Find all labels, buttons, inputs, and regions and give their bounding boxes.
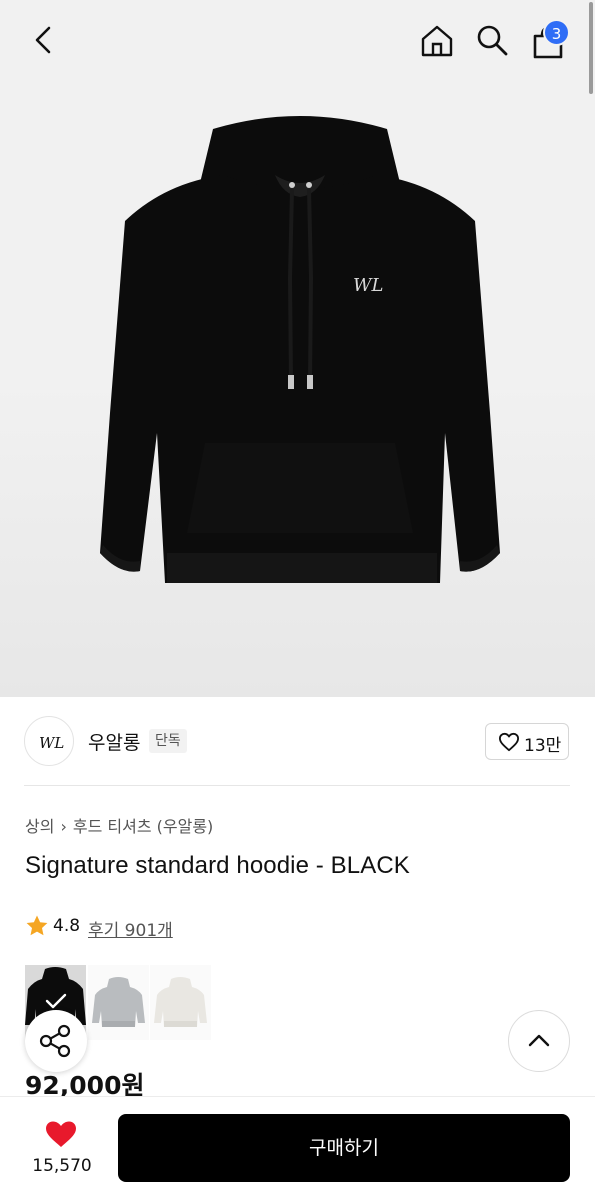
- buy-button[interactable]: 구매하기: [118, 1114, 570, 1182]
- search-icon: [477, 25, 508, 56]
- chevron-left-icon: [35, 26, 51, 54]
- color-swatch-ivory[interactable]: [150, 965, 211, 1040]
- breadcrumb-item[interactable]: 후드 티셔츠 (우알롱): [73, 817, 213, 836]
- back-button[interactable]: [26, 22, 62, 58]
- product-title: Signature standard hoodie - BLACK: [25, 852, 410, 879]
- rating-value: 4.8: [53, 916, 81, 936]
- swatch-hoodie-grey: [92, 977, 145, 1027]
- exclusive-tag: 단독: [149, 729, 187, 753]
- svg-text:WL: WL: [39, 734, 64, 752]
- brand-like-count: 13만: [524, 736, 562, 756]
- chevron-up-icon: [528, 1034, 550, 1047]
- search-button[interactable]: [474, 22, 510, 58]
- check-icon: [45, 993, 67, 1009]
- product-image-area[interactable]: WL: [0, 0, 595, 697]
- top-navigation-bar: 3: [0, 0, 595, 94]
- breadcrumb-item[interactable]: 상의: [25, 817, 54, 836]
- scroll-indicator: [589, 2, 593, 94]
- review-link[interactable]: 후기 901개: [88, 916, 173, 941]
- star-icon: [26, 915, 48, 936]
- brand-logo[interactable]: WL: [24, 716, 74, 766]
- chevron-right-icon: ›: [60, 817, 67, 836]
- wishlist-button[interactable]: 15,570: [22, 1114, 102, 1184]
- swatch-hoodie-ivory: [154, 977, 207, 1027]
- share-button[interactable]: [25, 1010, 87, 1072]
- brand-logo-mark: WL: [39, 734, 64, 752]
- heart-outline-icon: [498, 732, 519, 752]
- breadcrumb: 상의 › 후드 티셔츠 (우알롱): [25, 813, 213, 837]
- wishlist-count: 15,570: [32, 1156, 92, 1176]
- svg-text:WL: WL: [353, 275, 383, 296]
- share-icon: [39, 1024, 71, 1058]
- home-icon: [421, 25, 453, 57]
- brand-name[interactable]: 우알롱: [88, 728, 140, 755]
- hoodie-image: WL: [100, 116, 500, 583]
- cart-count-badge: 3: [543, 19, 570, 46]
- heart-filled-icon: [46, 1121, 76, 1147]
- home-button[interactable]: [418, 22, 456, 60]
- color-swatch-grey[interactable]: [88, 965, 149, 1040]
- scroll-to-top-button[interactable]: [508, 1010, 570, 1072]
- divider: [24, 785, 570, 786]
- brand-like-button[interactable]: 13만: [485, 723, 569, 760]
